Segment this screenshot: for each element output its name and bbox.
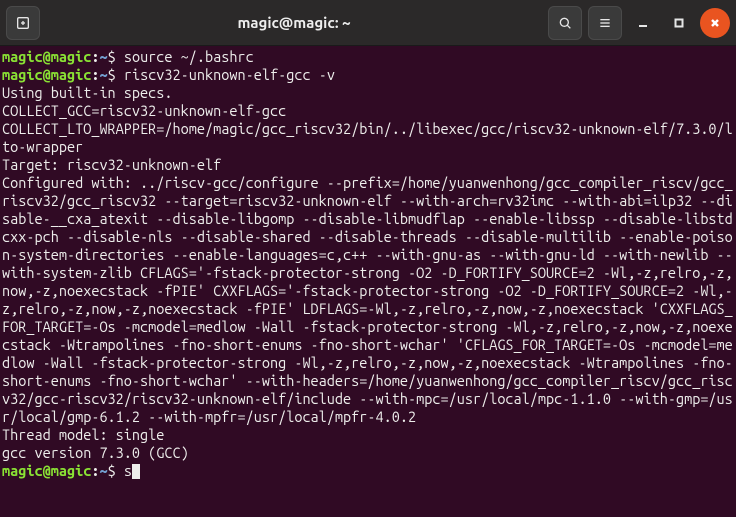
- maximize-button[interactable]: [664, 8, 694, 38]
- prompt-symbol: $: [108, 66, 124, 83]
- terminal-area[interactable]: magic@magic:~$ source ~/.bashrcmagic@mag…: [0, 46, 736, 517]
- titlebar-right-group: [548, 6, 730, 40]
- prompt-path: ~: [99, 48, 107, 65]
- terminal-output-line: gcc version 7.3.0 (GCC): [2, 444, 734, 462]
- minimize-icon: [637, 17, 649, 29]
- hamburger-icon: [597, 15, 613, 31]
- command-text: source ~/.bashrc: [124, 48, 254, 65]
- prompt-symbol: $: [108, 462, 124, 479]
- prompt-symbol: $: [108, 48, 124, 65]
- command-text: s: [124, 462, 132, 479]
- close-icon: [709, 17, 721, 29]
- close-button[interactable]: [700, 8, 730, 38]
- window-title: magic@magic: ~: [46, 14, 542, 31]
- prompt-user: magic@magic: [2, 66, 91, 83]
- terminal-prompt-line: magic@magic:~$ s: [2, 462, 734, 480]
- terminal-prompt-line: magic@magic:~$ riscv32-unknown-elf-gcc -…: [2, 66, 734, 84]
- cursor: [132, 464, 140, 479]
- prompt-user: magic@magic: [2, 48, 91, 65]
- menu-button[interactable]: [588, 6, 622, 40]
- search-button[interactable]: [548, 6, 582, 40]
- new-tab-button[interactable]: [6, 6, 40, 40]
- command-text: riscv32-unknown-elf-gcc -v: [124, 66, 335, 83]
- titlebar: magic@magic: ~: [0, 0, 736, 46]
- terminal-output-line: Thread model: single: [2, 426, 734, 444]
- minimize-button[interactable]: [628, 8, 658, 38]
- prompt-path: ~: [99, 462, 107, 479]
- terminal-output-line: Using built-in specs.: [2, 84, 734, 102]
- terminal-output-line: COLLECT_GCC=riscv32-unknown-elf-gcc: [2, 102, 734, 120]
- prompt-user: magic@magic: [2, 462, 91, 479]
- prompt-path: ~: [99, 66, 107, 83]
- new-tab-icon: [15, 15, 31, 31]
- maximize-icon: [673, 17, 685, 29]
- terminal-output-line: COLLECT_LTO_WRAPPER=/home/magic/gcc_risc…: [2, 120, 734, 156]
- terminal-output-line: Target: riscv32-unknown-elf: [2, 156, 734, 174]
- terminal-output-line: Configured with: ../riscv-gcc/configure …: [2, 174, 734, 426]
- terminal-prompt-line: magic@magic:~$ source ~/.bashrc: [2, 48, 734, 66]
- search-icon: [557, 15, 573, 31]
